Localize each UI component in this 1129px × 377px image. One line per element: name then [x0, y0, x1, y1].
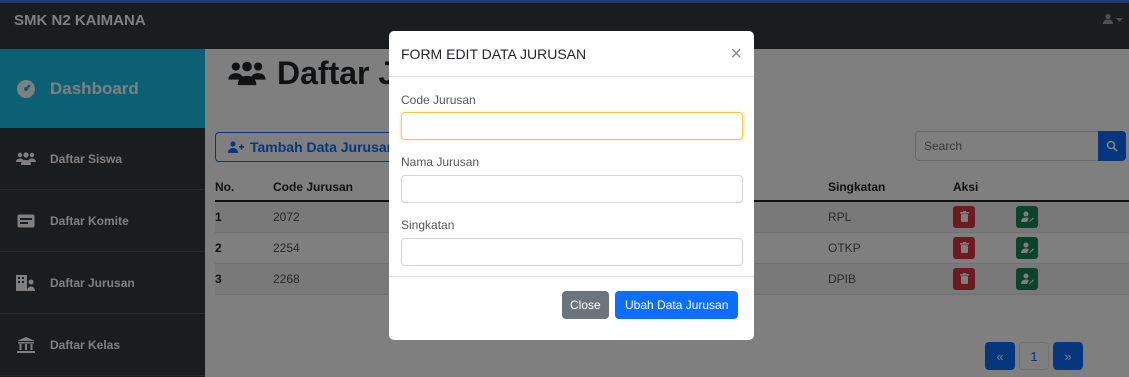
close-button[interactable]: Close	[562, 291, 609, 319]
singkatan-label: Singkatan	[401, 218, 455, 232]
code-jurusan-field[interactable]	[401, 112, 743, 140]
close-icon[interactable]: ×	[730, 44, 742, 64]
submit-button[interactable]: Ubah Data Jurusan	[615, 291, 739, 319]
edit-jurusan-modal: FORM EDIT DATA JURUSAN × Code Jurusan Na…	[389, 31, 754, 340]
singkatan-field[interactable]	[401, 238, 743, 266]
modal-header: FORM EDIT DATA JURUSAN ×	[389, 31, 754, 77]
nama-jurusan-label: Nama Jurusan	[401, 155, 480, 169]
code-jurusan-label: Code Jurusan	[401, 93, 476, 107]
modal-footer: Close Ubah Data Jurusan	[389, 276, 754, 340]
modal-title: FORM EDIT DATA JURUSAN	[401, 45, 587, 62]
nama-jurusan-field[interactable]	[401, 175, 743, 203]
